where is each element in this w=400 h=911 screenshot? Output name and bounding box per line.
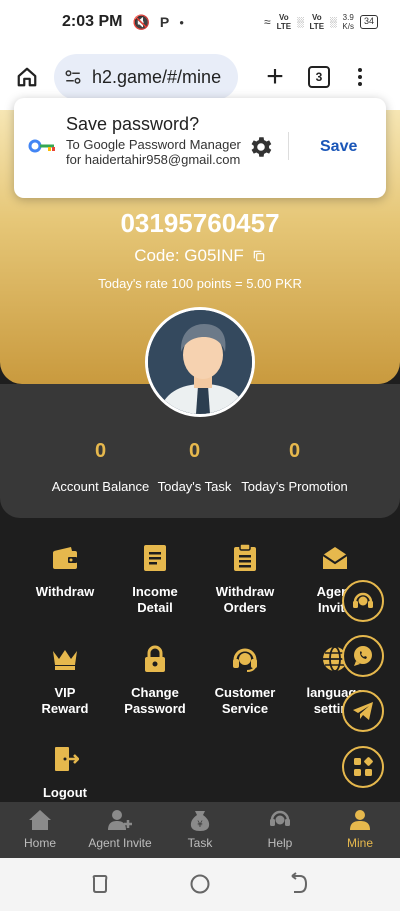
menu-withdraw[interactable]: Withdraw xyxy=(15,542,115,600)
invite-code: Code: G05INF xyxy=(134,246,244,265)
nav-home[interactable]: Home xyxy=(0,802,80,858)
nav-label: Mine xyxy=(346,836,373,850)
avatar xyxy=(145,307,255,417)
invite-code-row: Code: G05INF xyxy=(0,246,400,266)
save-password-dialog: Save password? To Google Password Manage… xyxy=(14,98,386,198)
apps-fab[interactable] xyxy=(342,746,384,788)
menu-logout[interactable]: Logout xyxy=(15,743,115,801)
tab-switcher-button[interactable]: 3 xyxy=(308,66,330,88)
svg-text:¥: ¥ xyxy=(197,820,203,830)
stat-todays-promotion: 0 Today's Promotion xyxy=(228,440,361,494)
headset-icon xyxy=(233,648,257,672)
todays-promotion-value: 0 xyxy=(288,440,301,462)
menu-income-detail[interactable]: Income Detail xyxy=(105,542,205,616)
user-phone: 03195760457 xyxy=(120,208,280,238)
system-navigation-bar xyxy=(0,858,400,911)
browser-menu-button[interactable] xyxy=(352,68,368,86)
crown-icon xyxy=(53,650,77,670)
home-circle-icon xyxy=(190,874,210,894)
nav-help[interactable]: Help xyxy=(240,802,320,858)
task-icon: ¥ xyxy=(190,811,210,831)
menu-customer-service[interactable]: Customer Service xyxy=(195,643,295,717)
menu-change-password[interactable]: Change Password xyxy=(105,643,205,717)
home-outline-icon xyxy=(17,67,37,87)
nav-task[interactable]: ¥ Task xyxy=(160,802,240,858)
status-time: 2:03 PM xyxy=(62,13,123,30)
status-indicators: ≈ Vo LTE ░ Vo LTE ░ 3.9 K/s 34 xyxy=(264,13,378,31)
todays-promotion-label: Today's Promotion xyxy=(241,479,348,494)
site-settings-icon xyxy=(65,70,81,84)
document-icon xyxy=(144,545,166,571)
back-button[interactable] xyxy=(291,872,308,893)
wallet-icon xyxy=(53,547,77,569)
menu-vip-reward[interactable]: VIP Reward xyxy=(15,643,115,717)
save-password-button[interactable]: Save xyxy=(320,138,357,156)
save-password-subtitle: To Google Password Manager for haidertah… xyxy=(66,137,241,167)
address-bar[interactable]: h2.game/#/mine xyxy=(54,54,238,100)
signal-icon-1: ░ xyxy=(297,17,304,27)
menu-label: VIP Reward xyxy=(41,685,89,716)
back-icon xyxy=(291,872,308,893)
copy-icon[interactable] xyxy=(252,249,266,263)
mine-icon xyxy=(350,810,370,830)
menu-withdraw-orders[interactable]: Withdraw Orders xyxy=(195,542,295,616)
speed-label: 3.9 K/s xyxy=(342,13,354,31)
new-tab-button[interactable]: + xyxy=(260,62,290,92)
recents-button[interactable] xyxy=(92,875,108,893)
nav-label: Task xyxy=(187,836,213,850)
envelope-icon xyxy=(322,547,348,569)
menu-label: Withdraw xyxy=(35,584,95,599)
headset-icon xyxy=(353,592,373,608)
wifi-icon: ≈ xyxy=(264,15,271,29)
menu-label: Customer Service xyxy=(214,685,276,716)
signal-icon-2: ░ xyxy=(330,17,337,27)
network-label-2: Vo LTE xyxy=(309,13,325,31)
save-password-title: Save password? xyxy=(66,114,200,134)
logout-icon xyxy=(55,747,79,771)
browser-home-button[interactable] xyxy=(12,62,42,92)
grid-apps-icon xyxy=(354,757,373,776)
whatsapp-icon xyxy=(354,646,372,666)
nav-agent-invite[interactable]: Agent Invite xyxy=(80,802,160,858)
recents-icon xyxy=(92,875,108,893)
key-icon xyxy=(28,138,56,159)
network-label-1: Vo LTE xyxy=(276,13,292,31)
url-text: h2.game/#/mine xyxy=(92,66,222,87)
agent-icon xyxy=(108,810,132,830)
nav-label: Agent Invite xyxy=(88,836,152,850)
mute-icon: 🔇 xyxy=(132,13,150,30)
menu-label: Withdraw Orders xyxy=(215,584,275,615)
gear-icon xyxy=(251,137,272,157)
dot-icon: ● xyxy=(179,17,185,27)
nav-mine[interactable]: Mine xyxy=(320,802,400,858)
exchange-rate: Today's rate 100 points = 5.00 PKR xyxy=(98,276,302,291)
clipboard-icon xyxy=(234,544,256,571)
bottom-navigation: Home Agent Invite ¥ Task Help Mine xyxy=(0,802,400,858)
menu-label: Change Password xyxy=(124,685,186,716)
menu-label: Income Detail xyxy=(132,584,178,615)
home-nav-button[interactable] xyxy=(190,874,210,894)
password-settings-button[interactable] xyxy=(248,134,274,165)
telegram-icon xyxy=(353,702,373,720)
parking-icon: P xyxy=(159,14,170,30)
lock-icon xyxy=(145,645,165,672)
nav-label: Help xyxy=(267,836,293,850)
whatsapp-fab[interactable] xyxy=(342,635,384,677)
telegram-fab[interactable] xyxy=(342,690,384,732)
status-bar: 2:03 PM 🔇 P ● ≈ Vo LTE ░ Vo LTE ░ 3.9 K/… xyxy=(0,0,400,44)
home-icon xyxy=(29,810,51,830)
battery-indicator: 34 xyxy=(359,15,378,29)
divider xyxy=(288,132,289,160)
help-icon xyxy=(270,810,290,826)
menu-label: Logout xyxy=(42,785,88,800)
nav-label: Home xyxy=(23,836,56,850)
support-fab[interactable] xyxy=(342,580,384,622)
